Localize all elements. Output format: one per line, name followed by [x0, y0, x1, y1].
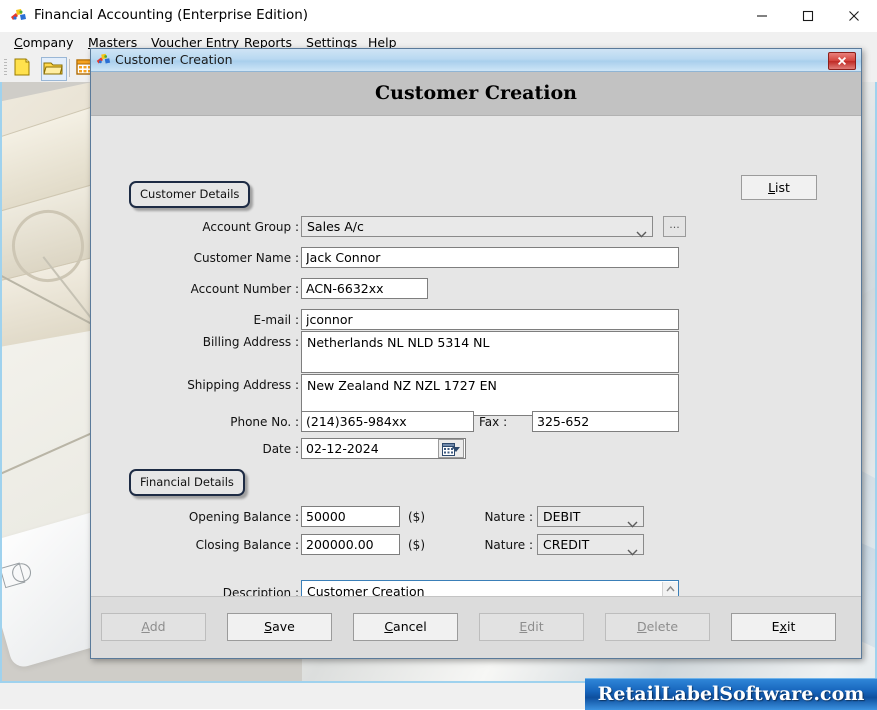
dialog-button-bar: Add Save Cancel Edit Delete Exit — [91, 596, 861, 658]
account-group-browse-button[interactable]: ... — [663, 216, 686, 237]
opening-balance-input[interactable] — [301, 506, 400, 527]
section-customer-details[interactable]: Customer Details — [129, 181, 251, 208]
opening-nature-value: DEBIT — [543, 509, 581, 524]
account-number-input[interactable] — [301, 278, 428, 299]
customer-creation-dialog: Customer Creation Customer Creation List… — [90, 48, 862, 659]
dialog-body: List Customer Details Account Group : Sa… — [91, 116, 861, 622]
exit-button[interactable]: Exit — [731, 613, 836, 641]
list-button[interactable]: List — [741, 175, 817, 200]
save-button[interactable]: Save — [227, 613, 332, 641]
section-financial-details[interactable]: Financial Details — [129, 469, 245, 496]
main-titlebar: Financial Accounting (Enterprise Edition… — [0, 0, 877, 32]
account-group-label: Account Group : — [202, 220, 299, 234]
add-button[interactable]: Add — [101, 613, 206, 641]
fax-input[interactable] — [532, 411, 679, 432]
chevron-down-icon — [636, 224, 647, 243]
closing-balance-input[interactable] — [301, 534, 400, 555]
menu-label: ompany — [22, 35, 74, 50]
opening-balance-label: Opening Balance : — [188, 510, 299, 524]
watermark-text: RetailLabelSoftware.com — [597, 683, 865, 705]
phone-input[interactable] — [301, 411, 474, 432]
dialog-title: Customer Creation — [115, 52, 233, 67]
email-label: E-mail : — [253, 313, 299, 327]
closing-balance-currency: ($) — [408, 538, 425, 552]
new-document-icon[interactable] — [11, 57, 35, 79]
chevron-down-icon — [627, 542, 638, 561]
exit-label-post: it — [786, 619, 796, 634]
close-icon[interactable] — [831, 0, 877, 32]
cancel-mnemonic: C — [384, 619, 394, 634]
billing-address-textarea[interactable]: Netherlands NL NLD 5314 NL — [301, 331, 679, 373]
closing-nature-label: Nature : — [484, 538, 533, 552]
add-mnemonic: A — [141, 619, 150, 634]
dialog-close-button[interactable] — [828, 52, 856, 70]
opening-nature-select[interactable]: DEBIT — [537, 506, 644, 528]
delete-mnemonic: D — [636, 619, 647, 634]
delete-label: elete — [646, 619, 679, 634]
dialog-heading-band: Customer Creation — [91, 72, 861, 116]
scroll-up-icon[interactable] — [663, 582, 678, 597]
menu-item-company[interactable]: Company — [8, 34, 79, 52]
account-number-label: Account Number : — [190, 282, 299, 296]
exit-label-pre: E — [771, 619, 780, 634]
add-label: dd — [149, 619, 166, 634]
chevron-down-icon — [452, 447, 460, 452]
minimize-icon[interactable] — [739, 0, 785, 32]
window-title: Financial Accounting (Enterprise Edition… — [34, 7, 309, 23]
opening-nature-label: Nature : — [484, 510, 533, 524]
toolbar-grip[interactable] — [4, 59, 7, 77]
list-button-mnemonic: L — [768, 180, 776, 195]
calendar-picker-button[interactable] — [438, 439, 464, 458]
cancel-label: ancel — [393, 619, 427, 634]
account-group-select[interactable]: Sales A/c — [301, 216, 653, 238]
phone-label: Phone No. : — [230, 415, 299, 429]
toolbar-separator — [69, 59, 70, 77]
closing-balance-label: Closing Balance : — [195, 538, 299, 552]
cancel-button[interactable]: Cancel — [353, 613, 458, 641]
application-window: Financial Accounting (Enterprise Edition… — [0, 0, 877, 710]
fax-label: Fax : — [479, 415, 508, 429]
closing-nature-value: CREDIT — [543, 537, 590, 552]
edit-label: dit — [527, 619, 544, 634]
opening-balance-currency: ($) — [408, 510, 425, 524]
delete-button[interactable]: Delete — [605, 613, 710, 641]
save-label: ave — [272, 619, 295, 634]
email-input[interactable] — [301, 309, 679, 330]
date-label: Date : — [262, 442, 299, 456]
customer-name-input[interactable] — [301, 247, 679, 268]
app-puzzle-icon — [9, 7, 27, 25]
maximize-icon[interactable] — [785, 0, 831, 32]
customer-name-label: Customer Name : — [193, 251, 299, 265]
list-button-label: ist — [775, 180, 790, 195]
closing-nature-select[interactable]: CREDIT — [537, 534, 644, 556]
app-puzzle-icon — [95, 52, 111, 68]
shipping-address-label: Shipping Address : — [187, 378, 299, 392]
save-mnemonic: S — [264, 619, 273, 634]
exit-mnemonic: x — [779, 619, 787, 634]
chevron-down-icon — [627, 514, 638, 533]
watermark-banner: RetailLabelSoftware.com — [585, 678, 877, 710]
shipping-address-textarea[interactable]: New Zealand NZ NZL 1727 EN — [301, 374, 679, 416]
account-group-value: Sales A/c — [307, 219, 364, 234]
dialog-titlebar[interactable]: Customer Creation — [91, 49, 861, 72]
billing-address-label: Billing Address : — [202, 335, 299, 349]
open-folder-icon[interactable] — [41, 57, 67, 81]
page-title: Customer Creation — [375, 82, 577, 104]
edit-button[interactable]: Edit — [479, 613, 584, 641]
